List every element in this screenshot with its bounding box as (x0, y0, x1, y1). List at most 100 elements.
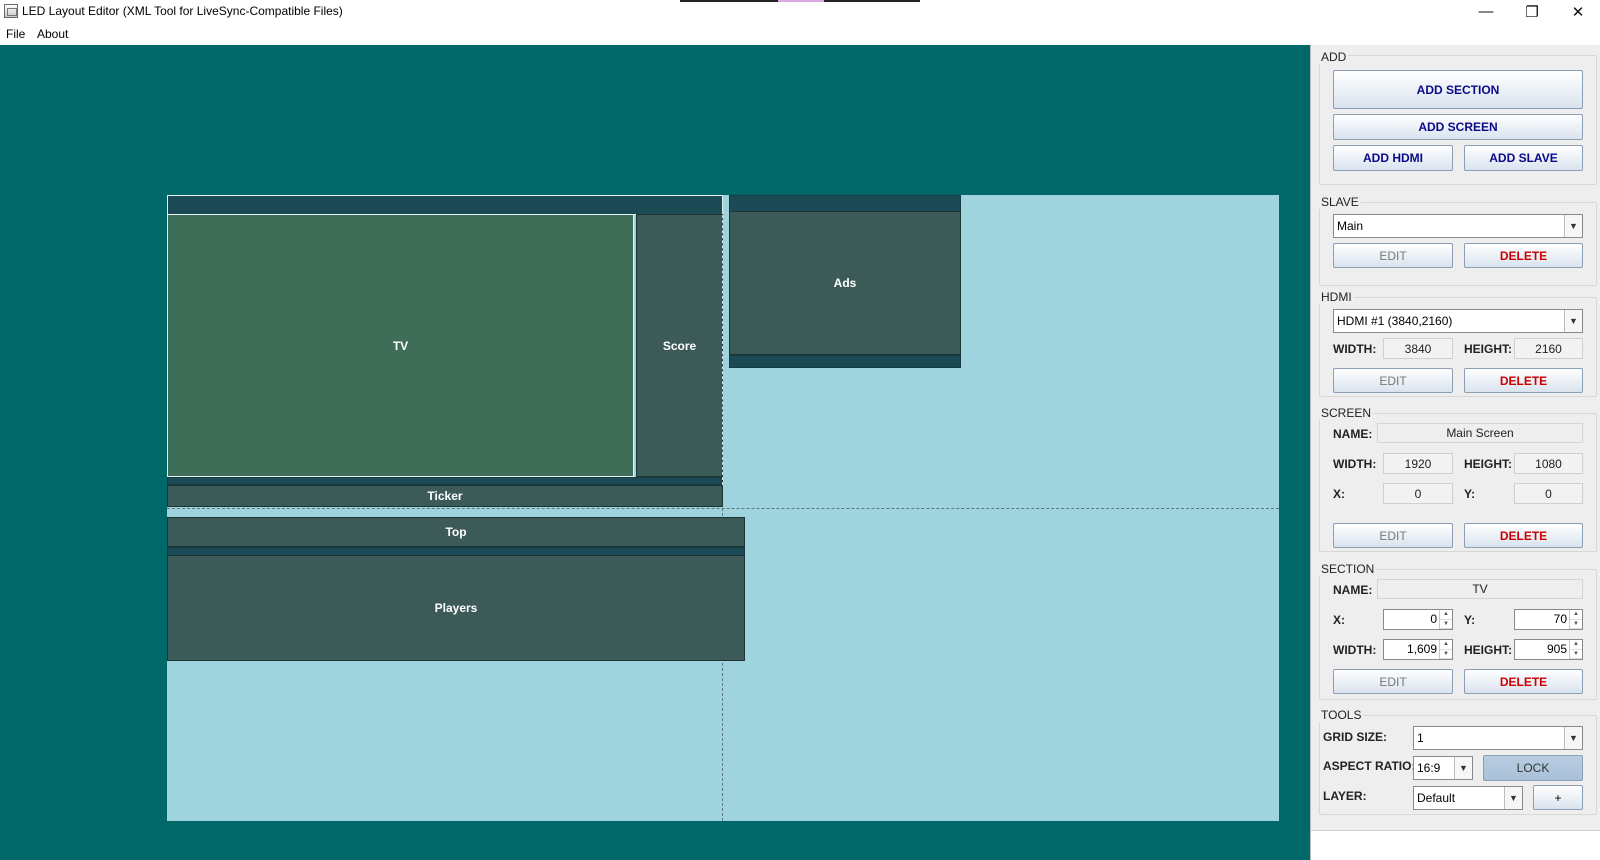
hdmi-height-value: 2160 (1535, 341, 1562, 356)
minimize-icon: — (1478, 3, 1494, 20)
hdmi-width-value: 3840 (1404, 341, 1432, 356)
section-name-field: TV (1377, 579, 1583, 599)
section-name-label: NAME: (1333, 583, 1373, 597)
close-button[interactable]: ✕ (1555, 0, 1600, 23)
hdmi-group-title: HDMI (1319, 290, 1354, 304)
ads-header-strip (729, 195, 961, 212)
section-players[interactable]: Players (167, 555, 745, 661)
section-ads[interactable]: Ads (729, 211, 961, 355)
screen-edit-label: EDIT (1379, 528, 1407, 543)
section-width-value: 1,609 (1406, 642, 1437, 656)
grid-size-value: 1 (1417, 731, 1424, 745)
close-icon: ✕ (1571, 3, 1585, 21)
aspect-ratio-value: 16:9 (1417, 761, 1441, 775)
section-x-value: 0 (1430, 612, 1437, 626)
menu-bar: File About (0, 23, 1600, 45)
add-slave-button[interactable]: ADD SLAVE (1464, 145, 1583, 171)
aspect-ratio-select[interactable]: 16:9 ▼ (1413, 756, 1473, 780)
lock-button[interactable]: LOCK (1483, 755, 1583, 781)
spinner-arrows-icon[interactable]: ▲ ▼ (1439, 610, 1452, 629)
add-layer-button[interactable]: + (1533, 785, 1583, 810)
slave-group-title: SLAVE (1319, 195, 1361, 209)
add-slave-label: ADD SLAVE (1489, 151, 1558, 165)
section-header-strip (167, 195, 723, 215)
spinner-arrows-icon[interactable]: ▲ ▼ (1569, 610, 1582, 629)
screen-height-field: 1080 (1514, 453, 1583, 474)
chevron-down-icon: ▼ (1454, 757, 1472, 779)
app-icon (4, 4, 18, 18)
add-section-label: ADD SECTION (1416, 82, 1500, 97)
section-x-label: X: (1333, 613, 1345, 627)
layer-label: LAYER: (1323, 789, 1367, 803)
restore-button[interactable]: ❐ (1509, 0, 1555, 23)
hdmi-width-field: 3840 (1383, 338, 1453, 359)
section-y-spinner[interactable]: 70 ▲ ▼ (1514, 609, 1583, 630)
screen-y-field: 0 (1514, 483, 1583, 504)
section-width-spinner[interactable]: 1,609 ▲ ▼ (1383, 639, 1453, 660)
section-footer-strip (167, 477, 723, 485)
title-accent-highlight (778, 0, 824, 2)
hdmi-select[interactable]: HDMI #1 (3840,2160) ▼ (1333, 309, 1583, 333)
screen-width-label: WIDTH: (1333, 457, 1377, 471)
add-screen-button[interactable]: ADD SCREEN (1333, 114, 1583, 140)
section-name-value: TV (1472, 582, 1488, 596)
section-delete-button[interactable]: DELETE (1464, 669, 1583, 694)
layer-select[interactable]: Default ▼ (1413, 786, 1523, 810)
spinner-arrows-icon[interactable]: ▲ ▼ (1569, 640, 1582, 659)
tools-group-title: TOOLS (1319, 708, 1364, 722)
slave-edit-label: EDIT (1379, 248, 1407, 263)
screen-delete-button[interactable]: DELETE (1464, 523, 1583, 548)
section-tv[interactable]: TV (167, 214, 634, 477)
screen-x-label: X: (1333, 487, 1345, 501)
slave-selected-value: Main (1337, 219, 1364, 233)
grid-size-label: GRID SIZE: (1323, 730, 1388, 744)
section-width-label: WIDTH: (1333, 643, 1377, 657)
section-edit-button[interactable]: EDIT (1333, 669, 1453, 694)
section-height-label: HEIGHT: (1464, 643, 1512, 657)
section-y-value: 70 (1553, 612, 1567, 626)
section-score[interactable]: Score (636, 214, 723, 477)
hdmi-width-label: WIDTH: (1333, 342, 1377, 356)
workspace: TV Score Ticker Ads Top Players (0, 45, 1310, 860)
slave-delete-button[interactable]: DELETE (1464, 243, 1583, 268)
chevron-down-icon: ▼ (1564, 310, 1582, 332)
screen-edit-button[interactable]: EDIT (1333, 523, 1453, 548)
spinner-arrows-icon[interactable]: ▲ ▼ (1439, 640, 1452, 659)
section-x-spinner[interactable]: 0 ▲ ▼ (1383, 609, 1453, 630)
add-section-button[interactable]: ADD SECTION (1333, 70, 1583, 109)
hdmi-height-label: HEIGHT: (1464, 342, 1512, 356)
screen-x-value: 0 (1414, 486, 1422, 501)
section-ticker[interactable]: Ticker (167, 485, 723, 507)
hdmi-edit-button[interactable]: EDIT (1333, 368, 1453, 393)
screen-group-title: SCREEN (1319, 406, 1374, 420)
layout-canvas[interactable]: TV Score Ticker Ads Top Players (167, 195, 1279, 821)
add-hdmi-label: ADD HDMI (1363, 151, 1423, 165)
slave-edit-button[interactable]: EDIT (1333, 243, 1453, 268)
grid-size-select[interactable]: 1 ▼ (1413, 726, 1583, 750)
hdmi-delete-label: DELETE (1499, 373, 1548, 388)
screen-edge-guide (722, 195, 723, 485)
chevron-down-icon: ▼ (1564, 727, 1582, 749)
section-edit-label: EDIT (1379, 674, 1407, 689)
section-height-spinner[interactable]: 905 ▲ ▼ (1514, 639, 1583, 660)
screen-y-value: 0 (1545, 486, 1552, 501)
restore-icon: ❐ (1525, 3, 1539, 21)
section-score-label: Score (662, 338, 697, 353)
section-top[interactable]: Top (167, 517, 745, 547)
slave-delete-label: DELETE (1499, 248, 1548, 263)
plus-icon: + (1554, 790, 1562, 805)
control-panel: ADD ADD SECTION ADD SCREEN ADD HDMI ADD … (1310, 45, 1600, 830)
menu-about[interactable]: About (37, 27, 68, 41)
minimize-button[interactable]: — (1463, 0, 1509, 23)
window-title: LED Layout Editor (XML Tool for LiveSync… (22, 4, 343, 18)
slave-select[interactable]: Main ▼ (1333, 214, 1583, 238)
menu-file[interactable]: File (6, 27, 25, 41)
section-ticker-label: Ticker (427, 489, 463, 503)
layer-value: Default (1417, 791, 1456, 805)
section-players-label: Players (434, 601, 478, 615)
add-screen-label: ADD SCREEN (1418, 120, 1498, 134)
hdmi-delete-button[interactable]: DELETE (1464, 368, 1583, 393)
screen-name-label: NAME: (1333, 427, 1373, 441)
add-hdmi-button[interactable]: ADD HDMI (1333, 145, 1453, 171)
section-height-value: 905 (1546, 642, 1567, 656)
